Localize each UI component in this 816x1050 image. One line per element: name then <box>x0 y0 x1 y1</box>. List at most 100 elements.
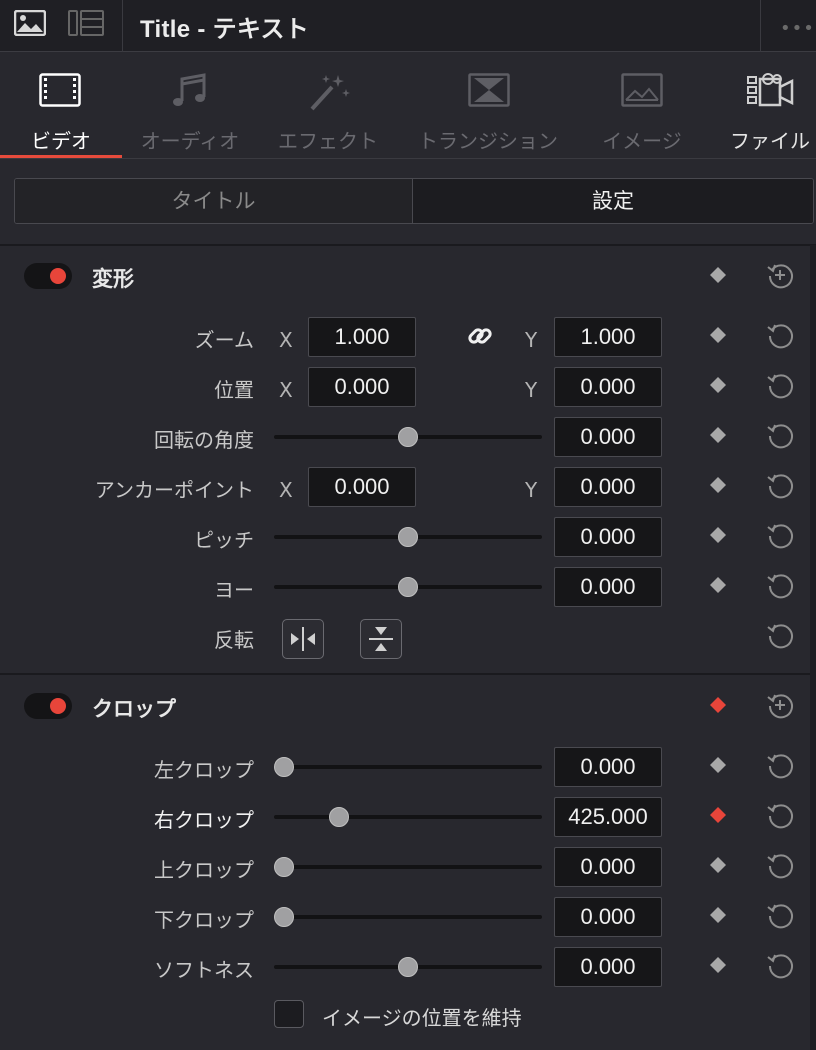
flip-vertical-button[interactable] <box>360 619 402 659</box>
position-reset-icon[interactable] <box>766 371 794 399</box>
softness-slider[interactable] <box>274 957 542 977</box>
position-keyframe-icon[interactable] <box>709 376 727 394</box>
crop-bottom-reset-icon[interactable] <box>766 901 794 929</box>
pitch-field[interactable]: 0.000 <box>554 517 662 557</box>
softness-keyframe-icon[interactable] <box>709 956 727 974</box>
pitch-slider-handle[interactable] <box>398 527 418 547</box>
position-y-field[interactable]: 0.000 <box>554 367 662 407</box>
anchor-y-axis: Y <box>525 478 538 502</box>
crop-left-keyframe-icon[interactable] <box>709 756 727 774</box>
section-divider <box>0 244 816 246</box>
tab-audio[interactable]: オーディオ <box>128 53 252 159</box>
rotation-reset-icon[interactable] <box>766 421 794 449</box>
yaw-slider[interactable] <box>274 577 542 597</box>
anchor-keyframe-icon[interactable] <box>709 476 727 494</box>
crop-top-reset-icon[interactable] <box>766 851 794 879</box>
crop-keyframe-icon[interactable] <box>709 696 727 714</box>
rotation-field[interactable]: 0.000 <box>554 417 662 457</box>
anchor-reset-icon[interactable] <box>766 471 794 499</box>
tab-video[interactable]: ビデオ <box>0 53 122 159</box>
softness-field[interactable]: 0.000 <box>554 947 662 987</box>
crop-right-field[interactable]: 425.000 <box>554 797 662 837</box>
transform-add-icon[interactable] <box>766 261 794 289</box>
anchor-y-field[interactable]: 0.000 <box>554 467 662 507</box>
file-icon <box>747 73 794 107</box>
transform-keyframe-icon[interactable] <box>709 266 727 284</box>
crop-add-icon[interactable] <box>766 691 794 719</box>
position-y-axis: Y <box>525 378 538 402</box>
segment-title[interactable]: タイトル <box>15 179 413 223</box>
pitch-slider[interactable] <box>274 527 542 547</box>
crop-left-label: 左クロップ <box>154 758 254 782</box>
crop-left-slider-handle[interactable] <box>274 757 294 777</box>
crop-right-keyframe-icon[interactable] <box>709 806 727 824</box>
zoom-reset-icon[interactable] <box>766 321 794 349</box>
image-icon <box>621 73 663 107</box>
crop-top-slider-handle[interactable] <box>274 857 294 877</box>
crop-bottom-slider-handle[interactable] <box>274 907 294 927</box>
yaw-field[interactable]: 0.000 <box>554 567 662 607</box>
pitch-reset-icon[interactable] <box>766 521 794 549</box>
softness-label: ソフトネス <box>154 958 254 982</box>
crop-section-title: クロップ <box>92 697 176 721</box>
crop-top-slider[interactable] <box>274 857 542 877</box>
retain-position-checkbox[interactable] <box>274 1000 304 1028</box>
film-icon <box>39 73 81 107</box>
position-label: 位置 <box>214 378 254 402</box>
zoom-keyframe-icon[interactable] <box>709 326 727 344</box>
crop-right-slider-handle[interactable] <box>329 807 349 827</box>
image-panel-icon[interactable] <box>14 10 46 36</box>
position-x-field[interactable]: 0.000 <box>308 367 416 407</box>
flip-horizontal-button[interactable] <box>282 619 324 659</box>
segment-settings[interactable]: 設定 <box>413 179 813 223</box>
rotation-slider-handle[interactable] <box>398 427 418 447</box>
softness-slider-handle[interactable] <box>398 957 418 977</box>
link-icon[interactable] <box>466 322 494 350</box>
crop-left-slider[interactable] <box>274 757 542 777</box>
crop-left-reset-icon[interactable] <box>766 751 794 779</box>
yaw-reset-icon[interactable] <box>766 571 794 599</box>
more-dots-icon[interactable]: ••• <box>780 18 815 39</box>
crop-bottom-field[interactable]: 0.000 <box>554 897 662 937</box>
yaw-label: ヨー <box>214 578 254 602</box>
layout-panel-icon[interactable] <box>68 10 104 36</box>
zoom-x-field[interactable]: 1.000 <box>308 317 416 357</box>
rotation-slider[interactable] <box>274 427 542 447</box>
zoom-y-field[interactable]: 1.000 <box>554 317 662 357</box>
flip-horizontal-icon <box>291 627 315 651</box>
scrollbar-track[interactable] <box>810 245 816 1050</box>
crop-bottom-slider[interactable] <box>274 907 542 927</box>
tab-image[interactable]: イメージ <box>586 53 698 159</box>
crop-top-field[interactable]: 0.000 <box>554 847 662 887</box>
tab-file[interactable]: ファイル <box>726 53 814 159</box>
tab-transitions-label: トランジション <box>418 129 558 153</box>
transition-icon <box>468 73 510 107</box>
anchor-label: アンカーポイント <box>94 478 254 502</box>
softness-reset-icon[interactable] <box>766 951 794 979</box>
tab-effects[interactable]: エフェクト <box>266 53 390 159</box>
tab-file-label: ファイル <box>730 129 810 153</box>
tab-transitions[interactable]: トランジション <box>410 53 566 159</box>
position-x-axis: X <box>279 378 293 402</box>
flip-vertical-icon <box>369 627 393 651</box>
yaw-slider-handle[interactable] <box>398 577 418 597</box>
crop-left-field[interactable]: 0.000 <box>554 747 662 787</box>
yaw-keyframe-icon[interactable] <box>709 576 727 594</box>
crop-right-label: 右クロップ <box>154 808 254 832</box>
inspector-tabs: ビデオ オーディオ エフェクト トランジション イメージ ファイル <box>0 53 816 159</box>
crop-top-keyframe-icon[interactable] <box>709 856 727 874</box>
crop-bottom-label: 下クロップ <box>154 908 254 932</box>
crop-right-reset-icon[interactable] <box>766 801 794 829</box>
flip-reset-icon[interactable] <box>766 621 794 649</box>
transform-enable-toggle[interactable] <box>24 263 72 289</box>
crop-bottom-keyframe-icon[interactable] <box>709 906 727 924</box>
rotation-keyframe-icon[interactable] <box>709 426 727 444</box>
inspector-header: Title - テキスト ••• <box>0 0 816 52</box>
crop-enable-toggle[interactable] <box>24 693 72 719</box>
pitch-keyframe-icon[interactable] <box>709 526 727 544</box>
music-note-icon <box>173 73 206 106</box>
anchor-x-field[interactable]: 0.000 <box>308 467 416 507</box>
crop-right-slider[interactable] <box>274 807 542 827</box>
rotation-label: 回転の角度 <box>154 428 254 452</box>
title-settings-switch: タイトル 設定 <box>14 178 814 224</box>
